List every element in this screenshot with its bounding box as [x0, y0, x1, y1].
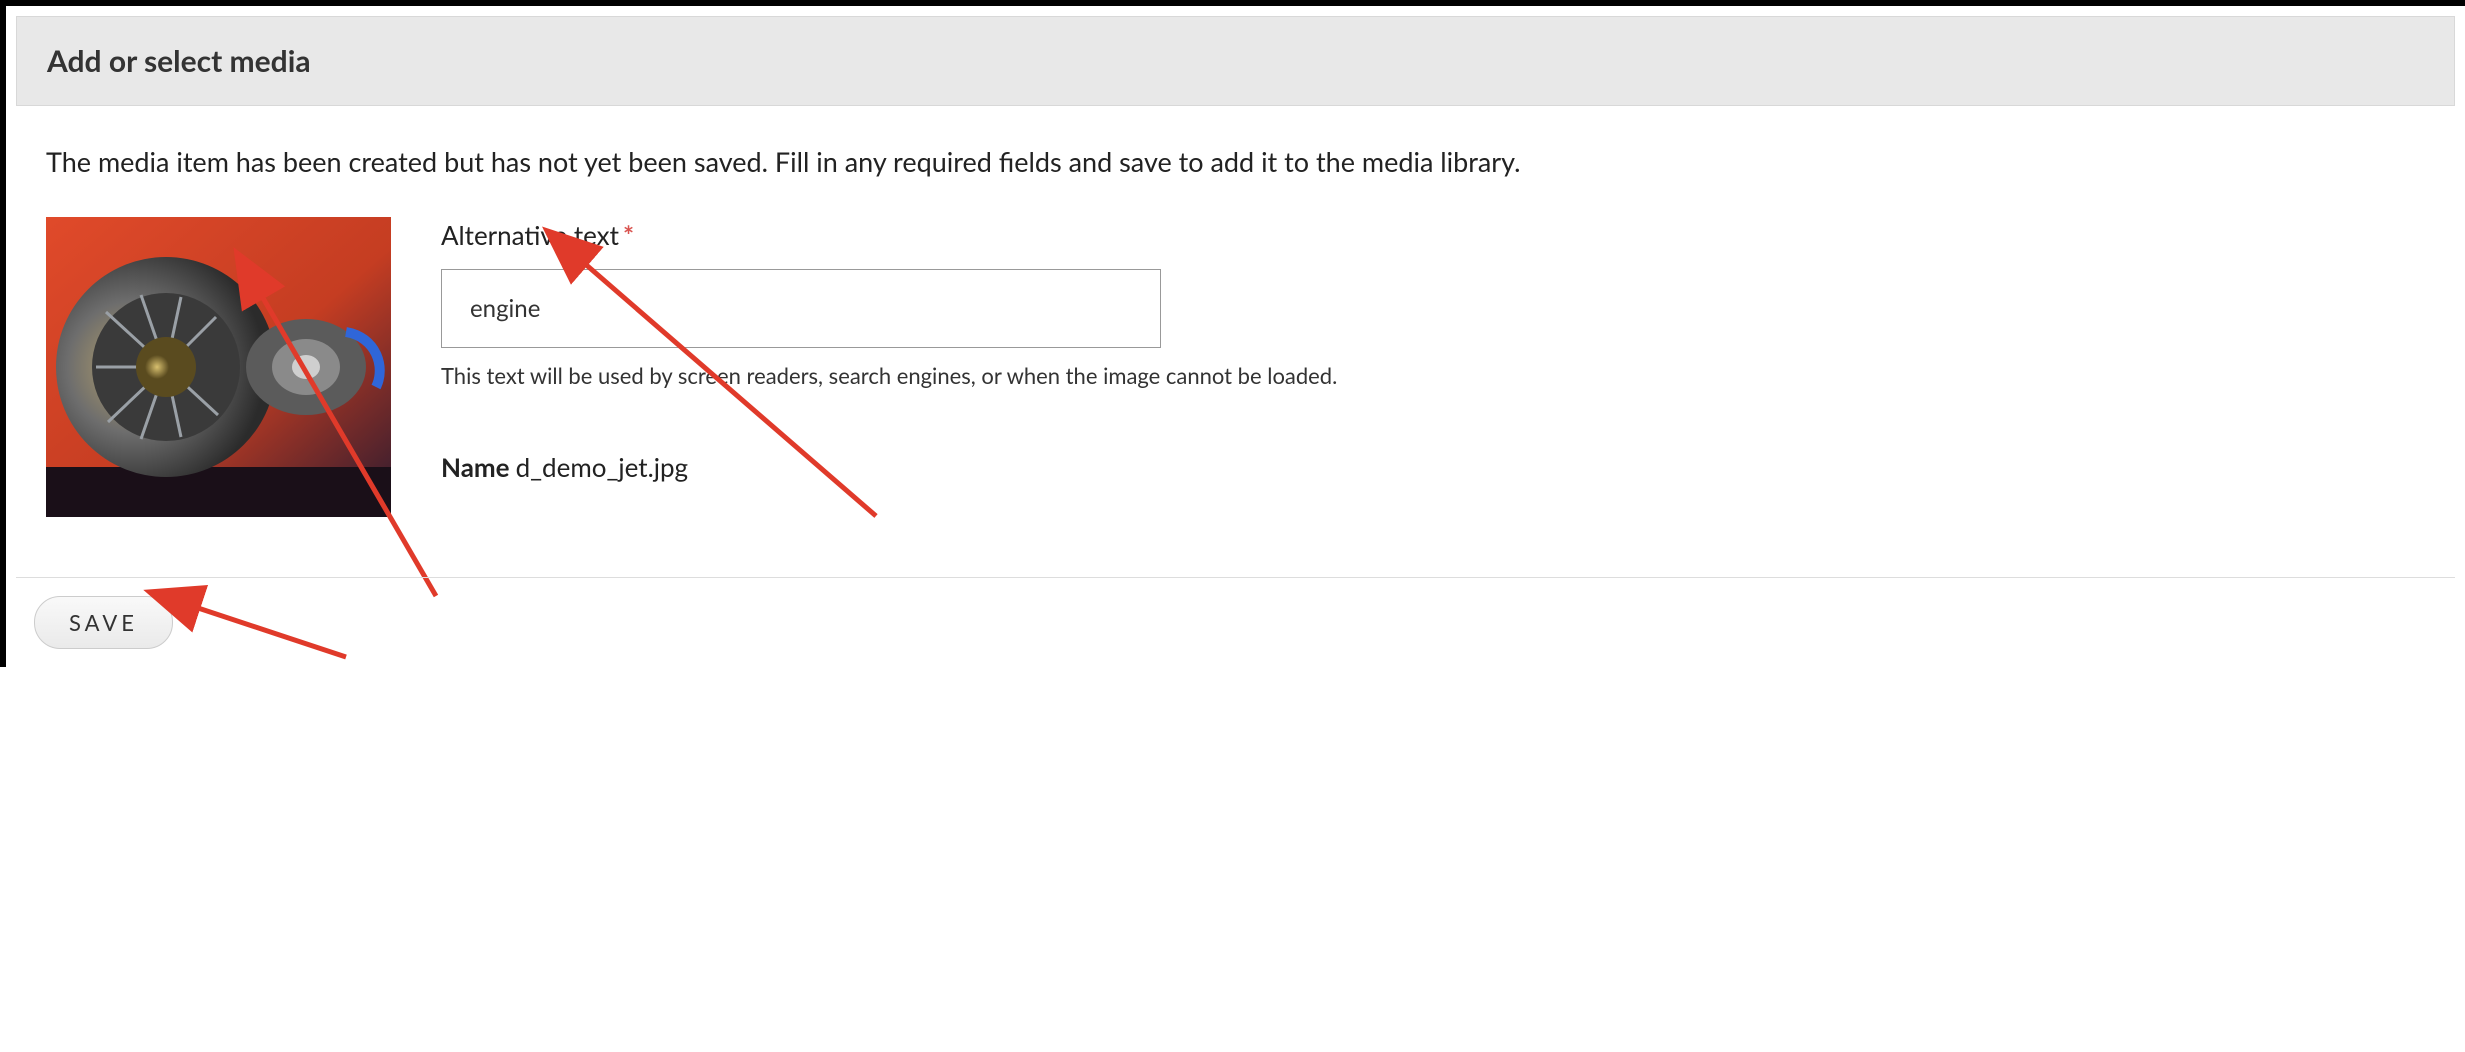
dialog-header: Add or select media	[16, 16, 2455, 106]
name-field-row: Named_demo_jet.jpg	[441, 451, 2425, 483]
required-asterisk-icon: *	[623, 219, 634, 251]
alt-text-label-text: Alternative text	[441, 219, 619, 251]
alt-text-help: This text will be used by screen readers…	[441, 362, 2425, 389]
instruction-text: The media item has been created but has …	[46, 144, 2425, 179]
media-fields: Alternative text* This text will be used…	[441, 217, 2425, 483]
alt-text-input[interactable]	[441, 269, 1161, 348]
annotation-arrow-icon	[156, 572, 376, 678]
media-thumbnail	[46, 217, 391, 517]
name-label: Name	[441, 451, 510, 483]
save-button[interactable]: SAVE	[34, 596, 173, 649]
dialog-footer: SAVE	[16, 577, 2455, 667]
alt-text-label: Alternative text*	[441, 219, 2425, 251]
dialog-title: Add or select media	[47, 43, 2424, 79]
name-value: d_demo_jet.jpg	[516, 451, 689, 483]
add-media-dialog: Add or select media The media item has b…	[0, 0, 2465, 667]
dialog-content: The media item has been created but has …	[16, 106, 2455, 547]
